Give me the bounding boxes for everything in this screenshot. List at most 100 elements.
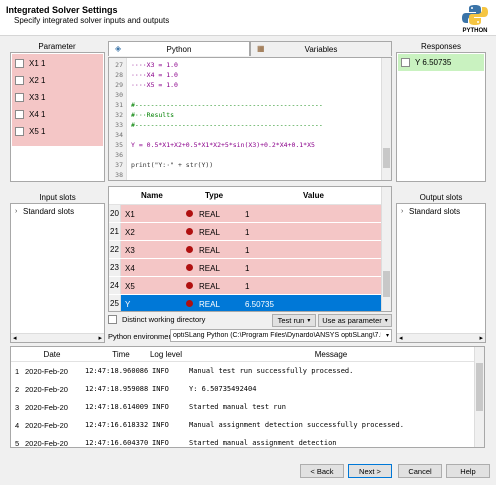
input-standard-slots[interactable]: › Standard slots [15, 207, 74, 216]
column-header-value[interactable]: Value [303, 191, 324, 200]
parameter-item-x2[interactable]: X2 1 [15, 74, 45, 87]
real-type-icon [186, 228, 193, 235]
code-line[interactable]: 31 #-------------------------------------… [109, 100, 379, 110]
log-date: 2020-Feb-20 [25, 439, 68, 448]
grid-row[interactable]: 23 X4 REAL 1 [109, 259, 383, 277]
cell-name: Y [125, 300, 131, 309]
grid-vertical-scrollbar[interactable] [381, 187, 391, 311]
use-as-parameter-button[interactable]: Use as parameter ▾ [318, 314, 392, 327]
distinct-dir-checkbox[interactable] [108, 315, 117, 324]
expand-icon[interactable]: › [401, 208, 409, 215]
distinct-dir-option[interactable]: Distinct working directory [108, 315, 205, 324]
wizard-header: Integrated Solver Settings Specify integ… [0, 0, 496, 36]
output-slots-hscrollbar[interactable]: ◂ ▸ [397, 333, 485, 342]
log-row[interactable]: 5 2020-Feb-20 12:47:16.604370 INFO Started m… [11, 434, 476, 448]
log-row[interactable]: 4 2020-Feb-20 12:47:16.618332 INFO Manual as… [11, 416, 476, 434]
input-slots-tree[interactable]: › Standard slots ◂ ▸ [10, 203, 105, 343]
cell-value: 6.50735 [245, 300, 274, 309]
line-number: 37 [115, 161, 123, 169]
code-line[interactable]: 32 #···Results [109, 110, 379, 120]
code-vertical-scrollbar[interactable] [381, 58, 391, 180]
code-line[interactable]: 29 ····X5 = 1.0 [109, 80, 379, 90]
test-run-button[interactable]: Test run ▾ [272, 314, 316, 327]
parameter-item-x4[interactable]: X4 1 [15, 108, 45, 121]
cell-type: REAL [199, 264, 220, 273]
cell-name: X4 [125, 264, 135, 273]
log-row[interactable]: 2 2020-Feb-20 12:47:18.959088 INFO Y: 6.5073… [11, 380, 476, 398]
log-column-date[interactable]: Date [37, 350, 67, 359]
tab-python[interactable]: ◈ Python [108, 41, 250, 56]
parameter-item-x5[interactable]: X5 1 [15, 125, 45, 138]
code-line[interactable]: 33 #-------------------------------------… [109, 120, 379, 130]
scroll-right-icon[interactable]: ▸ [479, 334, 483, 342]
test-run-label: Test run [277, 316, 305, 325]
parameter-list[interactable]: X1 1 X2 1 X3 1 X4 1 X5 1 [10, 52, 105, 182]
scroll-left-icon[interactable]: ◂ [13, 334, 17, 342]
log-table[interactable]: Date Time Log level Message 1 2020-Feb-20… [10, 346, 485, 448]
code-line[interactable]: 35 Y = 0.5*X1+X2+0.5*X1*X2+5*sin(X3)+0.2*… [109, 140, 379, 150]
code-line[interactable]: 36 [109, 150, 379, 160]
scroll-left-icon[interactable]: ◂ [399, 334, 403, 342]
column-header-type[interactable]: Type [205, 191, 223, 200]
parameter-item-x3[interactable]: X3 1 [15, 91, 45, 104]
variables-grid[interactable]: Name Type Value 20 X1 REAL 1 21 X2 REAL 1 22 X3 RE… [108, 186, 392, 312]
responses-list[interactable]: Y 6.50735 [396, 52, 486, 182]
help-button[interactable]: Help [446, 464, 490, 478]
code-line[interactable]: 34 [109, 130, 379, 140]
log-column-time[interactable]: Time [101, 350, 141, 359]
grid-row[interactable]: 25 Y REAL 6.50735 [109, 295, 383, 311]
row-index: 22 [109, 241, 121, 258]
real-type-icon [186, 282, 193, 289]
log-row[interactable]: 3 2020-Feb-20 12:47:18.614009 INFO Started m… [11, 398, 476, 416]
dropdown-arrow-icon[interactable]: ▾ [307, 317, 310, 324]
code-line[interactable]: 27 ····X3 = 1.0 [109, 60, 379, 70]
output-slots-tree[interactable]: › Standard slots ◂ ▸ [396, 203, 486, 343]
checkbox[interactable] [15, 59, 24, 68]
python-env-select[interactable]: optiSLang Python (C:\Program Files\Dynar… [170, 329, 392, 342]
chevron-down-icon[interactable]: ▾ [386, 332, 389, 339]
code-text: #···Results [131, 111, 175, 119]
grid-row[interactable]: 21 X2 REAL 1 [109, 223, 383, 241]
scrollbar-thumb[interactable] [383, 271, 390, 297]
cell-value: 1 [245, 246, 250, 255]
next-button[interactable]: Next > [348, 464, 392, 478]
log-date: 2020-Feb-20 [25, 403, 68, 412]
real-type-icon [186, 300, 193, 307]
code-line[interactable]: 37 print("Y:·" + str(Y)) [109, 160, 379, 170]
scroll-right-icon[interactable]: ▸ [98, 334, 102, 342]
dropdown-arrow-icon[interactable]: ▾ [385, 317, 388, 324]
expand-icon[interactable]: › [15, 208, 23, 215]
checkbox[interactable] [401, 58, 410, 67]
scrollbar-thumb[interactable] [383, 148, 390, 168]
scrollbar-thumb[interactable] [476, 363, 483, 411]
log-column-message[interactable]: Message [301, 350, 361, 359]
output-standard-slots[interactable]: › Standard slots [401, 207, 460, 216]
tab-variables[interactable]: ▦ Variables [250, 41, 392, 56]
grid-row[interactable]: 24 X5 REAL 1 [109, 277, 383, 295]
checkbox[interactable] [15, 76, 24, 85]
real-type-icon [186, 246, 193, 253]
log-level: INFO [152, 421, 169, 429]
response-item-y[interactable]: Y 6.50735 [401, 56, 451, 69]
code-text: ····X3 = 1.0 [131, 61, 178, 69]
log-column-level[interactable]: Log level [146, 350, 186, 359]
cell-value: 1 [245, 228, 250, 237]
back-button[interactable]: < Back [300, 464, 344, 478]
cancel-button[interactable]: Cancel [398, 464, 442, 478]
log-row[interactable]: 1 2020-Feb-20 12:47:18.960086 INFO Manual te… [11, 362, 476, 380]
checkbox[interactable] [15, 127, 24, 136]
python-code-editor[interactable]: 27 ····X3 = 1.0 28 ····X4 = 1.0 29 ····X5 = 1… [108, 57, 392, 181]
parameter-item-x1[interactable]: X1 1 [15, 57, 45, 70]
checkbox[interactable] [15, 93, 24, 102]
code-text: print("Y:·" + str(Y)) [131, 161, 214, 169]
grid-row[interactable]: 20 X1 REAL 1 [109, 205, 383, 223]
input-slots-hscrollbar[interactable]: ◂ ▸ [11, 333, 104, 342]
code-line[interactable]: 30 [109, 90, 379, 100]
log-row-number: 2 [15, 385, 20, 394]
checkbox[interactable] [15, 110, 24, 119]
code-line[interactable]: 28 ····X4 = 1.0 [109, 70, 379, 80]
grid-row[interactable]: 22 X3 REAL 1 [109, 241, 383, 259]
log-vertical-scrollbar[interactable] [474, 347, 484, 447]
code-line[interactable]: 38 [109, 170, 379, 180]
column-header-name[interactable]: Name [141, 191, 163, 200]
